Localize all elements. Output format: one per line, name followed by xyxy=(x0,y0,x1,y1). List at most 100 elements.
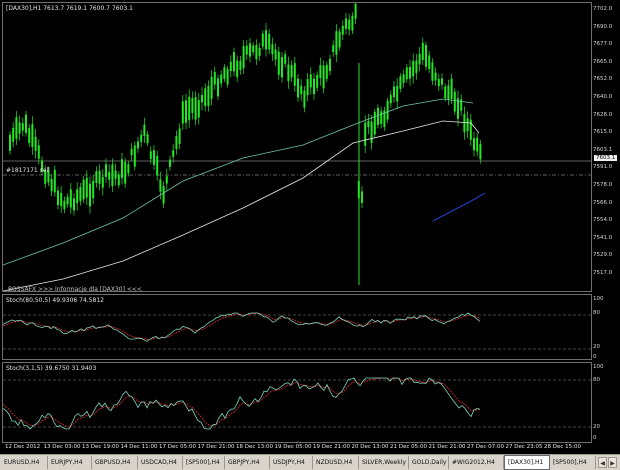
candle-body xyxy=(393,86,395,98)
chart-header-ohlc: [DAX30],H1 7613.7 7619.1 7600.7 7603.1 xyxy=(6,5,133,12)
price-chart-pane[interactable]: [DAX30],H1 7613.7 7619.1 7600.7 7603.1 #… xyxy=(2,0,592,293)
candle-body xyxy=(121,159,123,179)
time-tick-label: 28 Dec 15:00 xyxy=(544,444,581,450)
price-tick-label: 7677.0 xyxy=(593,41,613,48)
candle-body xyxy=(37,145,40,159)
candle-body xyxy=(130,148,133,156)
candle-body xyxy=(146,134,149,144)
candle-body xyxy=(114,170,117,179)
candle-body xyxy=(386,100,389,120)
price-tick-label: 7554.0 xyxy=(593,217,613,224)
candle-body xyxy=(380,111,383,124)
tab-gold-daily[interactable]: GOLD,Daily xyxy=(409,456,449,469)
candle-body xyxy=(249,43,251,57)
tab-dax30-h1[interactable]: [DAX30],H1 xyxy=(504,455,550,470)
candle-body xyxy=(287,64,290,82)
candle-body xyxy=(181,101,184,124)
stochastic-2-axis: 100 80 20 0 xyxy=(593,362,620,443)
tab-wig2012-h4[interactable]: #WIG2012,H4 xyxy=(449,456,504,469)
tab-gbpusd-h4[interactable]: GBPUSD,H4 xyxy=(92,456,138,469)
candle-body xyxy=(476,137,479,152)
candle-body xyxy=(213,71,216,85)
candle-body xyxy=(370,121,373,143)
candle-body xyxy=(361,191,363,203)
price-tick-label: 7591.0 xyxy=(593,164,613,171)
time-tick-label: 20 Dec 13:00 xyxy=(351,444,389,450)
candle-body xyxy=(108,172,111,180)
candle-body xyxy=(207,85,210,107)
candle-body xyxy=(69,189,72,208)
candle-body xyxy=(140,134,143,143)
candle-body xyxy=(76,189,79,204)
candle-body xyxy=(124,162,127,184)
candle-body xyxy=(34,136,37,151)
candle-body xyxy=(210,76,213,99)
candle-body xyxy=(137,141,139,149)
price-axis[interactable]: 7702.0 7690.0 7677.0 7665.0 7652.0 7640.0 7628… xyxy=(593,2,620,292)
chart-tab-bar: EURUSD,H4 EURJPY,H4 GBPUSD,H4 USDCAD,H4 [SP5… xyxy=(0,454,620,470)
candle-body xyxy=(293,63,296,86)
candle-body xyxy=(351,15,354,31)
tab-usdjpy-h4[interactable]: USDJPY,H4 xyxy=(270,456,313,469)
tab-gbpjpy-h4[interactable]: GBPJPY,H4 xyxy=(225,456,270,469)
candle-body xyxy=(367,120,370,127)
candle-body xyxy=(415,60,418,74)
candle-body xyxy=(255,44,258,60)
candle-body xyxy=(197,100,200,118)
candle-body xyxy=(82,179,85,200)
stochastic-2-canvas[interactable] xyxy=(2,363,591,442)
candle-body xyxy=(15,117,18,139)
stochastic-1-canvas[interactable] xyxy=(2,295,591,359)
current-price-marker: 7603.1 xyxy=(594,155,618,161)
candle-body xyxy=(329,58,331,72)
candle-body xyxy=(405,67,408,80)
candle-body xyxy=(28,128,31,143)
candle-body xyxy=(479,143,482,160)
stochastic-pane-2[interactable]: Stoch(3,1,5) 39.6750 31.9403 xyxy=(2,362,592,443)
candle-body xyxy=(25,114,27,133)
stochastic-tick-label: 0 xyxy=(593,354,597,360)
stochastic-pane-1[interactable]: Stoch(80,50,5) 49.9306 74.5812 xyxy=(2,294,592,360)
indicator-info-label: BOSSAFX >>> Informacje dla [DAX30] <<< xyxy=(8,286,142,293)
time-axis[interactable]: 12 Dec 2012 13 Dec 03:00 13 Dec 19:00 14 De… xyxy=(2,443,592,453)
candle-body xyxy=(447,85,450,100)
candle-body xyxy=(178,128,181,145)
candle-body xyxy=(89,183,91,207)
candle-body xyxy=(399,76,402,89)
price-tick-label: 7690.0 xyxy=(593,23,613,30)
candle-body xyxy=(354,3,357,19)
time-tick-label: 17 Dec 05:00 xyxy=(159,444,196,450)
tab-eurjpy-h4[interactable]: EURJPY,H4 xyxy=(48,456,92,469)
candle-body xyxy=(98,170,101,184)
tab-scroll-left-icon[interactable]: ◀ xyxy=(598,457,607,468)
time-tick-label: 12 Dec 2012 xyxy=(5,444,41,450)
candle-body xyxy=(306,79,309,96)
price-tick-label: 7603.1 xyxy=(593,146,613,153)
time-tick-label: 13 Dec 19:00 xyxy=(82,444,119,450)
candle-body xyxy=(31,124,34,148)
candle-body xyxy=(373,111,376,135)
candle-body xyxy=(18,122,21,134)
stochastic-tick-label: 100 xyxy=(593,364,604,370)
candle-body xyxy=(172,150,175,157)
candle-body xyxy=(325,64,328,79)
tab-nzdusd-h4[interactable]: NZDUSD,H4 xyxy=(313,456,359,469)
tab-usdcad-h4[interactable]: USDCAD,H4 xyxy=(138,456,183,469)
candle-body xyxy=(453,91,456,112)
tab-sp500-h4[interactable]: [SP500],H4 xyxy=(183,456,225,469)
candle-body xyxy=(12,127,15,142)
stochastic-tick-label: 20 xyxy=(593,344,600,350)
price-chart-canvas[interactable] xyxy=(2,0,591,292)
candle-body xyxy=(341,25,344,35)
tab-eurusd-h4[interactable]: EURUSD,H4 xyxy=(1,456,48,469)
candle-body xyxy=(92,180,95,199)
tab-sp500-h4[interactable]: [SP500],H4 xyxy=(550,456,596,469)
candles-group xyxy=(9,0,482,216)
stochastic-2-signal-line xyxy=(2,377,481,428)
candle-body xyxy=(271,44,274,55)
candle-body xyxy=(434,72,437,81)
tab-scroll-right-icon[interactable]: ▶ xyxy=(608,457,617,468)
candle-body xyxy=(111,164,114,187)
tab-silver-weekly[interactable]: SILVER,Weekly xyxy=(359,456,409,469)
time-tick-label: 21 Dec 05:00 xyxy=(390,444,427,450)
